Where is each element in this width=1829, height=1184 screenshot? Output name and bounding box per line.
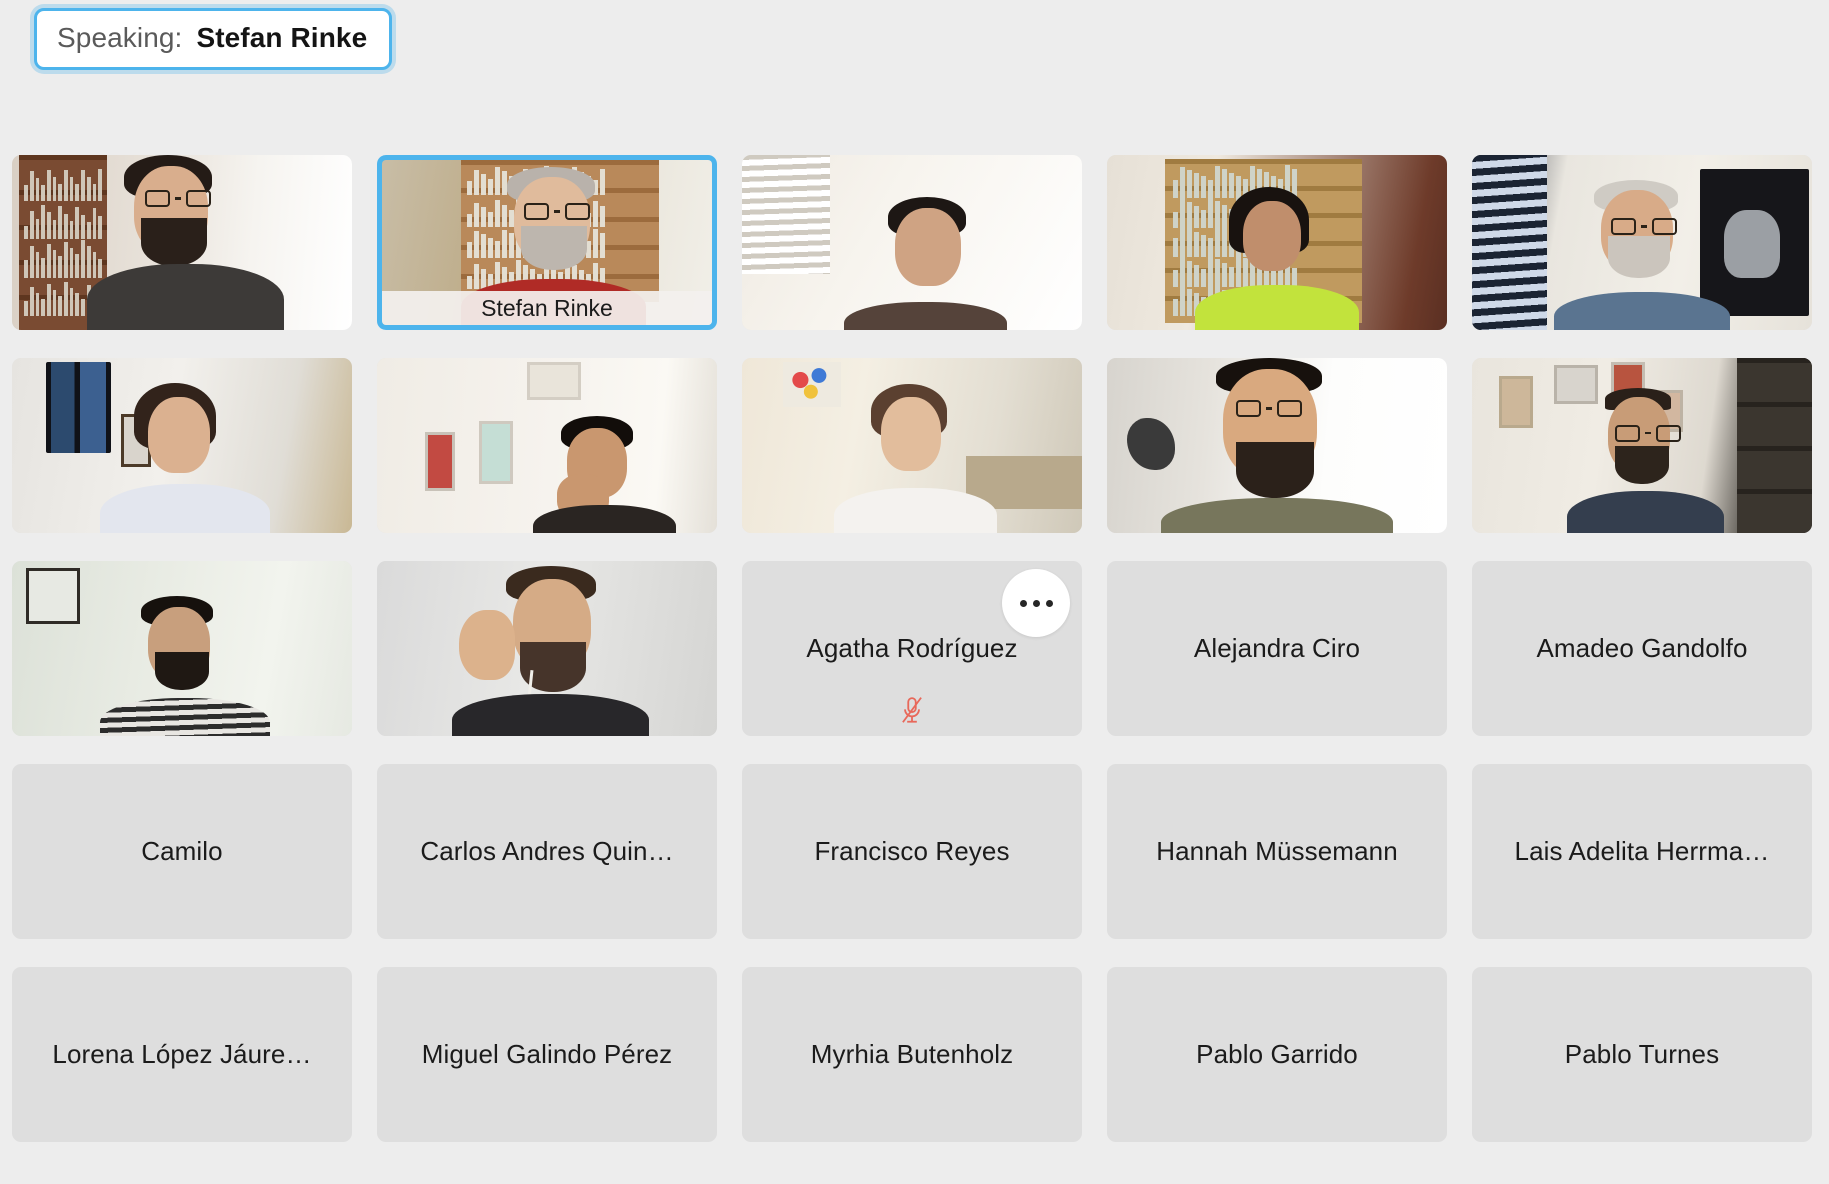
eyeglasses-icon [523,202,590,220]
participant-tile[interactable]: Lais Adelita Herrma… [1472,764,1812,939]
participant-tile[interactable] [12,155,352,330]
participant-tile[interactable] [742,358,1082,533]
speaking-indicator: Speaking: Stefan Rinke [34,8,393,70]
participant-tile[interactable]: Francisco Reyes [742,764,1082,939]
participant-tile[interactable]: Myrhia Butenholz [742,967,1082,1142]
video-feed [12,155,352,330]
video-feed [377,358,717,533]
participant-name-label: Hannah Müssemann [1156,836,1398,866]
participant-tile[interactable]: Lorena López Jáure… [12,967,352,1142]
video-feed [12,561,352,736]
eyeglasses-icon [1236,400,1303,417]
participant-name-label: Pablo Garrido [1196,1039,1358,1069]
speaking-participant-name: Stefan Rinke [196,22,368,53]
participant-tile[interactable] [377,561,717,736]
participant-name-label: Carlos Andres Quin… [420,836,674,866]
speaking-label: Speaking: [57,22,183,53]
participant-tile[interactable]: Hannah Müssemann [1107,764,1447,939]
active-speaker-name-label: Stefan Rinke [382,291,712,325]
participant-tile[interactable]: Miguel Galindo Pérez [377,967,717,1142]
participant-tile[interactable]: Stefan Rinke [377,155,717,330]
participant-tile[interactable] [377,358,717,533]
participant-name-label: Pablo Turnes [1564,1039,1720,1069]
video-feed [12,358,352,533]
participant-tile[interactable]: Pablo Garrido [1107,967,1447,1142]
participant-name-label: Amadeo Gandolfo [1536,633,1748,663]
participant-name-label: Miguel Galindo Pérez [421,1039,673,1069]
participant-tile[interactable] [1107,155,1447,330]
video-feed [742,358,1082,533]
eyeglasses-icon [144,190,211,207]
video-feed [1472,155,1812,330]
participant-tile[interactable] [1472,358,1812,533]
participant-tile[interactable] [12,561,352,736]
participant-tile[interactable]: Agatha Rodríguez [742,561,1082,736]
participant-tile[interactable] [742,155,1082,330]
video-feed [377,561,717,736]
video-feed [742,155,1082,330]
participant-name-label: Alejandra Ciro [1193,633,1361,663]
video-feed [1107,155,1447,330]
eyeglasses-icon [1611,218,1678,235]
video-feed [1472,358,1812,533]
participant-tile[interactable]: Carlos Andres Quin… [377,764,717,939]
eyeglasses-icon [1614,424,1681,442]
more-options-icon[interactable] [1002,569,1070,637]
participant-tile[interactable]: Camilo [12,764,352,939]
participant-tile[interactable] [12,358,352,533]
participant-name-label: Lorena López Jáure… [52,1039,312,1069]
participant-name-label: Myrhia Butenholz [810,1039,1014,1069]
video-feed [1107,358,1447,533]
participant-tile[interactable]: Amadeo Gandolfo [1472,561,1812,736]
participant-name-label: Lais Adelita Herrma… [1514,836,1770,866]
participant-grid: Stefan Rinke Agatha Rodríguez Alejandra Ci… [12,155,1818,1142]
participant-name-label: Agatha Rodríguez [806,633,1018,663]
participant-name-label: Francisco Reyes [814,836,1010,866]
participant-tile[interactable]: Alejandra Ciro [1107,561,1447,736]
microphone-muted-icon [902,697,922,723]
participant-tile[interactable]: Pablo Turnes [1472,967,1812,1142]
participant-tile[interactable] [1472,155,1812,330]
participant-tile[interactable] [1107,358,1447,533]
participant-name-label: Camilo [141,836,223,866]
